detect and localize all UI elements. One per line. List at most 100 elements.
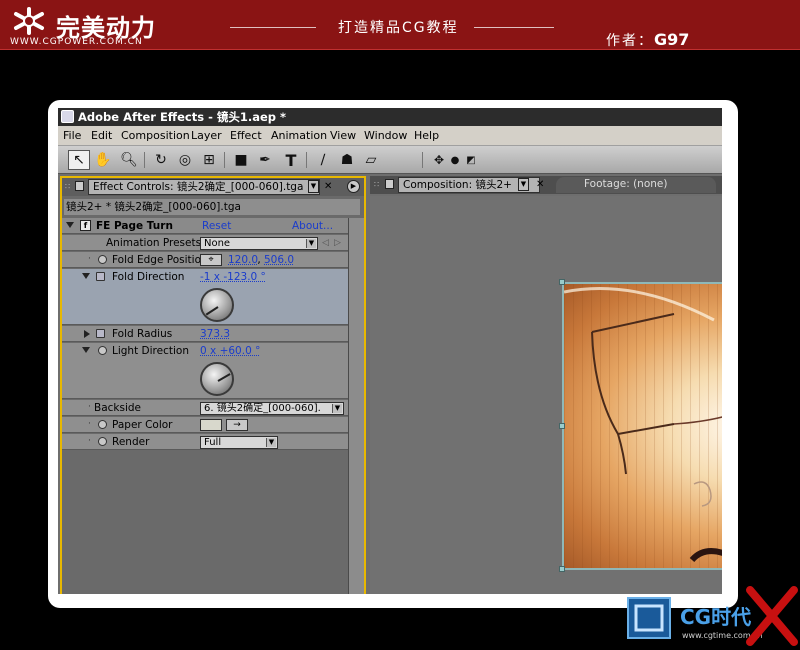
tab-dropdown-icon[interactable]: ▼ <box>308 180 319 193</box>
chevron-down-icon: ▼ <box>332 404 342 413</box>
selection-tool-icon[interactable]: ↖ <box>68 150 90 170</box>
fold-radius-label: Fold Radius <box>112 328 173 340</box>
stopwatch-icon[interactable] <box>98 420 107 429</box>
layer-handle-top[interactable] <box>559 279 565 285</box>
rotate-tool-icon[interactable]: ↻ <box>150 150 172 170</box>
eraser-tool-icon[interactable]: ▱ <box>360 150 382 170</box>
effect-properties-list: f FE Page Turn Reset About... Animation … <box>62 218 348 594</box>
expand-triangle-icon[interactable] <box>84 330 90 338</box>
stopwatch-icon[interactable] <box>98 255 107 264</box>
menu-effect[interactable]: Effect <box>230 129 262 142</box>
reset-link[interactable]: Reset <box>202 220 231 232</box>
menu-file[interactable]: File <box>63 129 81 142</box>
view-axis-icon[interactable]: ◩ <box>460 150 482 170</box>
coord-separator: , <box>254 254 265 266</box>
brand-logo: 完美动力 WWW.CGPOWER.COM.CN <box>8 4 168 48</box>
orbit-camera-tool-icon[interactable]: ◎ <box>174 150 196 170</box>
backside-row: · Backside 6. 镜头2确定_[000-060]. ▼ <box>62 400 348 416</box>
hand-tool-icon[interactable]: ✋ <box>92 150 114 170</box>
panel-grip-icon[interactable]: ∷ <box>374 180 379 189</box>
svg-text:CG时代: CG时代 <box>680 605 751 629</box>
preset-next-icon[interactable]: ▷ <box>334 238 341 248</box>
layer-handle-bottom[interactable] <box>559 566 565 572</box>
fold-direction-dial[interactable] <box>200 288 234 322</box>
zoom-tool-icon[interactable]: 🔍︎ <box>118 150 140 170</box>
effect-header-row[interactable]: f FE Page Turn Reset About... <box>62 218 348 234</box>
effect-controls-scrollbar[interactable] <box>348 218 364 594</box>
lock-icon[interactable] <box>385 179 394 189</box>
expand-triangle-icon[interactable] <box>82 273 90 279</box>
fold-direction-label: Fold Direction <box>112 271 185 283</box>
close-tab-icon[interactable]: ✕ <box>536 179 544 190</box>
dial-needle <box>205 306 219 316</box>
stopwatch-icon[interactable] <box>98 346 107 355</box>
menu-view[interactable]: View <box>330 129 356 142</box>
close-tab-icon[interactable]: ✕ <box>324 181 332 192</box>
light-direction-label: Light Direction <box>112 345 189 357</box>
logo-url: WWW.CGPOWER.COM.CN <box>10 37 143 47</box>
brush-tool-icon[interactable]: ∕ <box>312 150 334 170</box>
lock-icon[interactable] <box>75 181 84 191</box>
preset-prev-icon[interactable]: ◁ <box>322 238 329 248</box>
tab-footage[interactable]: Footage: (none) <box>556 177 716 193</box>
effect-name: FE Page Turn <box>96 220 173 232</box>
bullet-icon: · <box>88 402 91 412</box>
backside-dropdown[interactable]: 6. 镜头2确定_[000-060]. ▼ <box>200 402 344 415</box>
animation-presets-row: Animation Presets: None ▼ ◁ ▷ <box>62 235 348 251</box>
light-direction-value[interactable]: 0 x +60.0 ° <box>200 345 260 357</box>
composition-tabbar: ∷ Composition: 镜头2+ ▼ ✕ Footage: (none) <box>370 176 722 194</box>
pan-behind-tool-icon[interactable]: ⊞ <box>198 150 220 170</box>
after-effects-window: Adobe After Effects - 镜头1.aep * File Edi… <box>58 108 722 594</box>
sketch-lines-icon <box>564 287 722 563</box>
menu-layer[interactable]: Layer <box>191 129 222 142</box>
fold-edge-y-value[interactable]: 506.0 <box>264 254 294 266</box>
presets-dropdown[interactable]: None ▼ <box>200 237 318 250</box>
fold-direction-value[interactable]: -1 x -123.0 ° <box>200 271 266 283</box>
about-link[interactable]: About... <box>292 220 333 232</box>
tab-dropdown-icon[interactable]: ▼ <box>518 178 529 191</box>
layer-handle-middle[interactable] <box>559 423 565 429</box>
eyedropper-icon[interactable]: → <box>226 419 248 431</box>
menu-animation[interactable]: Animation <box>271 129 327 142</box>
point-target-icon[interactable]: ⌖ <box>200 254 222 266</box>
stopwatch-icon[interactable] <box>98 437 107 446</box>
clone-stamp-tool-icon[interactable]: ☗ <box>336 150 358 170</box>
bullet-icon: · <box>88 436 91 446</box>
paper-color-swatch[interactable] <box>200 419 222 431</box>
panel-grip-icon[interactable]: ∷ <box>65 182 70 191</box>
page-turn-layer-preview[interactable] <box>562 282 722 570</box>
light-direction-row: Light Direction 0 x +60.0 ° <box>62 343 348 399</box>
fold-edge-position-label: Fold Edge Positio <box>112 254 201 266</box>
toolbar-separator <box>224 152 225 168</box>
toolbar-separator <box>422 152 423 168</box>
paper-color-row: · Paper Color → <box>62 417 348 433</box>
rectangle-mask-tool-icon[interactable]: ■ <box>230 150 252 170</box>
banner-tagline: 打造精品CG教程 <box>338 20 459 36</box>
backside-label: Backside <box>94 402 142 414</box>
stopwatch-icon[interactable] <box>96 329 105 338</box>
banner-divider-right <box>474 27 554 28</box>
render-dropdown[interactable]: Full ▼ <box>200 436 278 449</box>
fx-toggle-icon[interactable]: f <box>80 220 91 231</box>
menu-window[interactable]: Window <box>364 129 407 142</box>
stopwatch-icon[interactable] <box>96 272 105 281</box>
effect-controls-panel: ∷ Effect Controls: 镜头2确定_[000-060].tga ▼… <box>60 176 366 594</box>
panel-menu-icon[interactable]: ▶ <box>347 180 360 193</box>
fold-radius-value[interactable]: 373.3 <box>200 328 230 340</box>
fold-direction-row: Fold Direction -1 x -123.0 ° <box>62 269 348 325</box>
menu-composition[interactable]: Composition <box>121 129 190 142</box>
app-icon <box>61 110 74 123</box>
composition-viewer[interactable] <box>370 196 722 594</box>
type-tool-icon[interactable]: T <box>280 150 302 170</box>
collapse-triangle-icon[interactable] <box>66 222 74 228</box>
tab-effect-controls[interactable]: Effect Controls: 镜头2确定_[000-060].tga <box>88 179 320 195</box>
tools-toolbar: ↖ ✋ 🔍︎ ↻ ◎ ⊞ ■ ✒ T ∕ ☗ ▱ ✥ ● ◩ <box>58 146 722 174</box>
light-direction-dial[interactable] <box>200 362 234 396</box>
menu-bar: File Edit Composition Layer Effect Anima… <box>58 126 722 146</box>
toolbar-separator <box>306 152 307 168</box>
bullet-icon: · <box>88 254 91 264</box>
menu-help[interactable]: Help <box>414 129 439 142</box>
expand-triangle-icon[interactable] <box>82 347 90 353</box>
pen-tool-icon[interactable]: ✒ <box>254 150 276 170</box>
menu-edit[interactable]: Edit <box>91 129 112 142</box>
